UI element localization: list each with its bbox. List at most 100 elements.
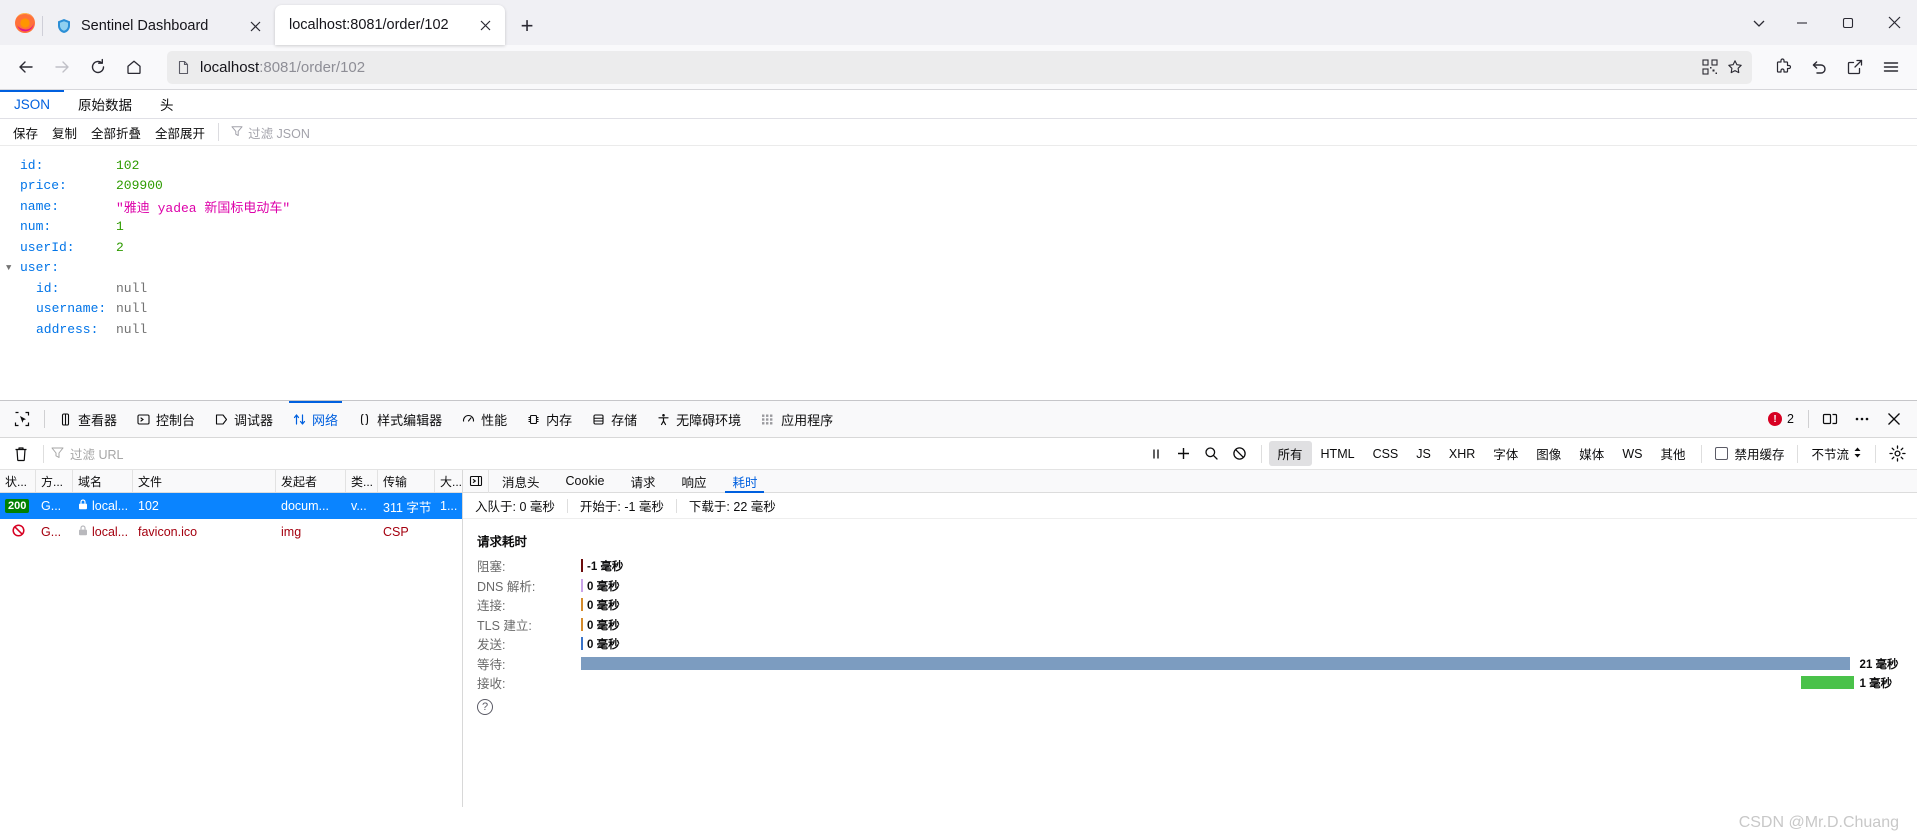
divider xyxy=(1808,410,1809,428)
back-icon[interactable] xyxy=(9,50,43,84)
timing-bar xyxy=(1800,676,1855,690)
net-filter-js[interactable]: JS xyxy=(1407,444,1440,464)
dock-icon[interactable] xyxy=(1815,404,1845,434)
cell-type: v... xyxy=(351,499,367,513)
performance-icon xyxy=(462,413,475,426)
devtools-tab-memory[interactable]: 内存 xyxy=(517,401,582,438)
col-status[interactable]: 状... xyxy=(0,470,36,492)
search-icon[interactable] xyxy=(1198,440,1226,468)
address-bar[interactable]: localhost:8081/order/102 xyxy=(167,50,1752,84)
json-expand-all-button[interactable]: 全部展开 xyxy=(148,123,212,142)
extensions-icon[interactable] xyxy=(1766,50,1800,84)
pause-icon[interactable] xyxy=(1142,440,1170,468)
more-options-icon[interactable] xyxy=(1847,404,1877,434)
panel-toggle-icon[interactable] xyxy=(463,469,489,493)
plus-icon[interactable] xyxy=(1170,440,1198,468)
checkbox-box xyxy=(1715,447,1729,460)
hamburger-menu-icon[interactable] xyxy=(1874,50,1908,84)
json-row[interactable]: name: "雅迪 yadea 新国标电动车" xyxy=(0,196,1917,217)
devtools-tab-storage[interactable]: 存储 xyxy=(582,401,647,438)
json-row[interactable]: id: 102 xyxy=(0,155,1917,176)
json-copy-button[interactable]: 复制 xyxy=(45,123,84,142)
json-row[interactable]: num: 1 xyxy=(0,217,1917,238)
devtools-tab-style-editor[interactable]: 样式编辑器 xyxy=(348,401,452,438)
gear-icon[interactable] xyxy=(1883,440,1911,468)
json-tab-raw[interactable]: 原始数据 xyxy=(64,90,146,118)
error-count-badge[interactable]: ! 2 xyxy=(1768,412,1802,426)
browser-tab-1-close-icon[interactable] xyxy=(475,15,495,35)
minimize-button[interactable] xyxy=(1779,0,1825,45)
detail-tab-response[interactable]: 响应 xyxy=(668,470,719,493)
detail-tab-request[interactable]: 请求 xyxy=(617,470,668,493)
detail-tab-cookie[interactable]: Cookie xyxy=(553,470,618,493)
json-filter-input[interactable]: 过滤 JSON xyxy=(218,123,310,141)
net-filter-ws[interactable]: WS xyxy=(1613,444,1651,464)
json-tab-json[interactable]: JSON xyxy=(0,90,65,118)
block-icon[interactable] xyxy=(1226,440,1254,468)
share-icon[interactable] xyxy=(1838,50,1872,84)
new-tab-button[interactable]: + xyxy=(511,10,543,42)
devtools-tab-network[interactable]: 网络 xyxy=(283,400,348,438)
json-row[interactable]: userId: 2 xyxy=(0,237,1917,258)
col-domain[interactable]: 域名 xyxy=(73,470,133,492)
trash-icon[interactable] xyxy=(6,439,36,469)
devtools-tab-console[interactable]: 控制台 xyxy=(127,401,205,438)
col-method[interactable]: 方... xyxy=(36,470,73,492)
tab-label: 应用程序 xyxy=(781,412,834,428)
browser-tab-1[interactable]: localhost:8081/order/102 xyxy=(275,5,505,45)
net-filter-css[interactable]: CSS xyxy=(1364,444,1408,464)
document-icon xyxy=(176,60,191,75)
forward-icon[interactable] xyxy=(45,50,79,84)
col-transfer[interactable]: 传输 xyxy=(378,470,435,492)
net-filter-all[interactable]: 所有 xyxy=(1268,441,1312,466)
json-row[interactable]: id: null xyxy=(0,278,1917,299)
help-icon[interactable]: ? xyxy=(477,698,493,715)
net-filter-other[interactable]: 其他 xyxy=(1651,441,1694,466)
json-row[interactable]: username: null xyxy=(0,299,1917,320)
chevron-down-icon[interactable] xyxy=(1739,0,1779,45)
net-filter-font[interactable]: 字体 xyxy=(1484,441,1527,466)
disable-cache-checkbox[interactable]: 禁用缓存 xyxy=(1709,444,1790,463)
devtools-tab-accessibility[interactable]: 无障碍环境 xyxy=(647,401,751,438)
json-row-user[interactable]: ▼ user: xyxy=(0,258,1917,279)
json-save-button[interactable]: 保存 xyxy=(6,123,45,142)
table-row[interactable]: G... local... favicon.ico img CSP xyxy=(0,519,462,545)
close-devtools-icon[interactable] xyxy=(1879,404,1909,434)
throttle-dropdown[interactable]: 不节流 xyxy=(1805,444,1868,463)
undo-icon[interactable] xyxy=(1802,50,1836,84)
table-row[interactable]: 200 G... local... 102 docum... v... 311 … xyxy=(0,493,462,519)
net-filter-image[interactable]: 图像 xyxy=(1527,441,1570,466)
json-row[interactable]: price: 209900 xyxy=(0,176,1917,197)
maximize-button[interactable] xyxy=(1825,0,1871,45)
inspector-icon xyxy=(59,412,72,426)
home-icon[interactable] xyxy=(117,50,151,84)
detail-tab-timings[interactable]: 耗时 xyxy=(719,470,770,493)
star-icon[interactable] xyxy=(1727,59,1743,75)
reload-icon[interactable] xyxy=(81,50,115,84)
col-initiator[interactable]: 发起者 xyxy=(276,470,346,492)
network-filter-input[interactable]: 过滤 URL xyxy=(51,444,123,463)
json-row[interactable]: address: null xyxy=(0,319,1917,340)
timing-row-connect: 连接: 0 毫秒 xyxy=(477,595,1917,615)
json-collapse-all-button[interactable]: 全部折叠 xyxy=(84,123,148,142)
col-file[interactable]: 文件 xyxy=(133,470,276,492)
devtools-tab-inspector[interactable]: 查看器 xyxy=(49,401,127,438)
close-window-button[interactable] xyxy=(1871,0,1917,45)
twisty-expanded-icon[interactable]: ▼ xyxy=(6,263,20,273)
detail-tab-headers[interactable]: 消息头 xyxy=(489,470,553,493)
net-filter-media[interactable]: 媒体 xyxy=(1570,441,1613,466)
devtools-tab-debugger[interactable]: 调试器 xyxy=(205,401,283,438)
devtools-tab-application[interactable]: 应用程序 xyxy=(751,401,843,438)
net-filter-xhr[interactable]: XHR xyxy=(1440,444,1484,464)
element-picker-icon[interactable] xyxy=(4,401,40,437)
col-size[interactable]: 大... xyxy=(435,470,462,492)
tab-label: 网络 xyxy=(312,412,339,428)
chevron-updown-icon xyxy=(1853,446,1862,462)
browser-tab-0-close-icon[interactable] xyxy=(245,16,265,36)
json-tab-headers[interactable]: 头 xyxy=(146,90,188,118)
col-type[interactable]: 类... xyxy=(346,470,378,492)
browser-tab-0[interactable]: Sentinel Dashboard xyxy=(42,7,275,45)
net-filter-html[interactable]: HTML xyxy=(1312,444,1364,464)
devtools-tab-performance[interactable]: 性能 xyxy=(452,401,517,438)
qr-icon[interactable] xyxy=(1702,59,1718,75)
